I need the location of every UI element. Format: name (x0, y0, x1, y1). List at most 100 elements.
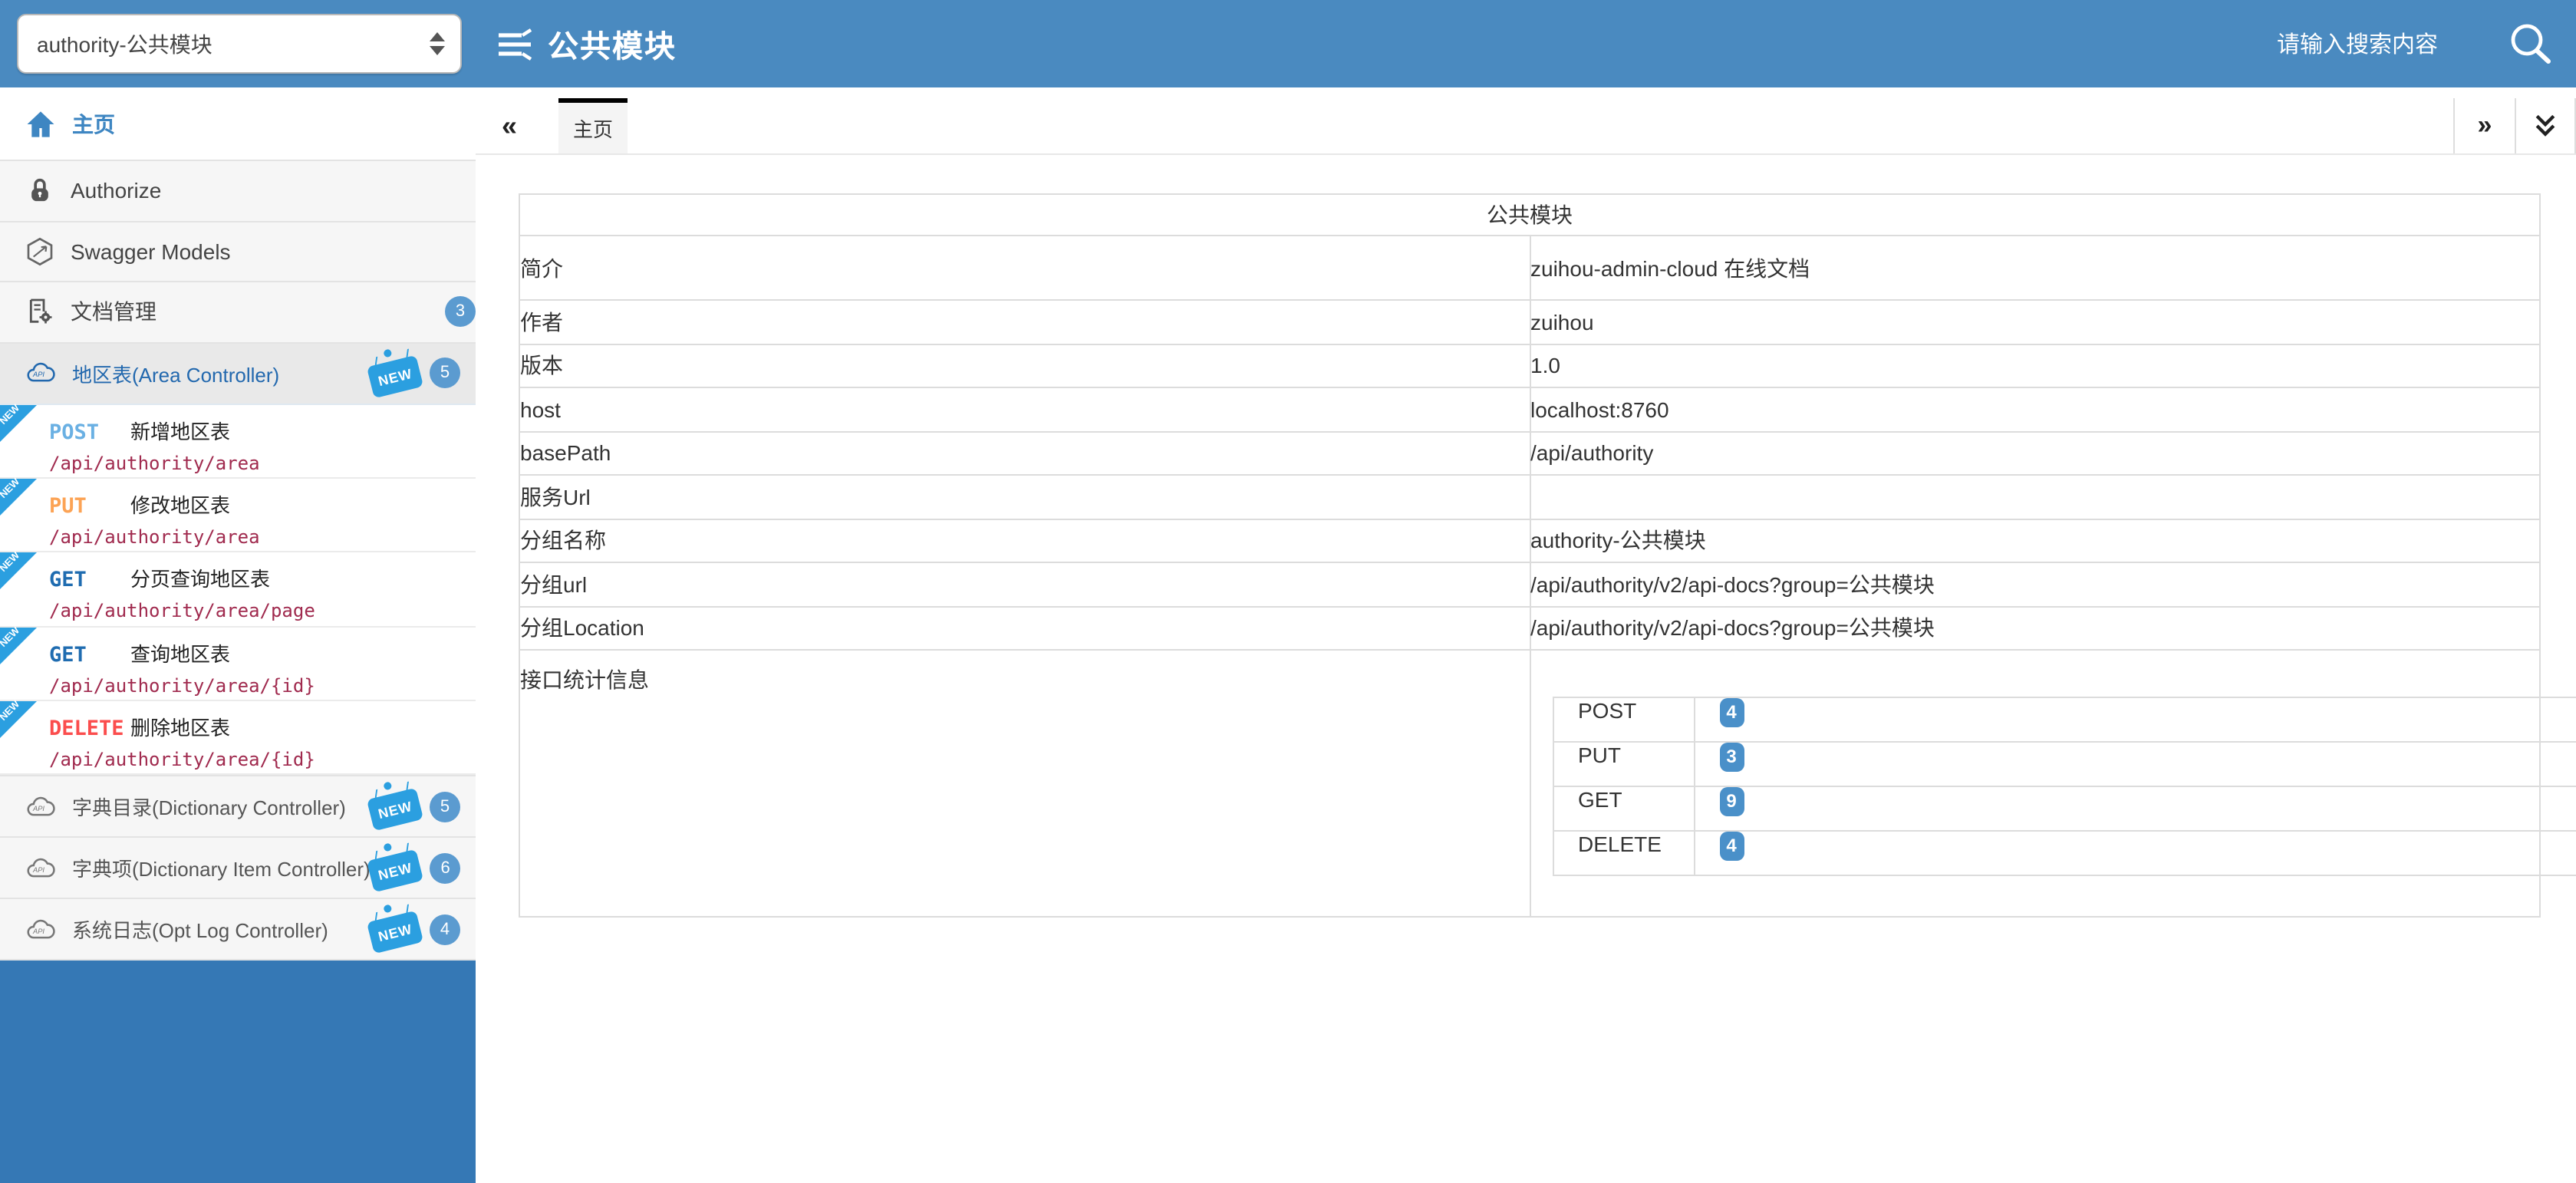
search-icon[interactable] (2505, 19, 2555, 68)
cloud-api-icon: API (25, 793, 58, 821)
sidebar-controller-opt-log[interactable]: API 系统日志(Opt Log Controller) NEW 4 (0, 898, 476, 960)
row-label: 服务Url (519, 475, 1530, 519)
tab-bar: « 主页 » (476, 98, 2576, 155)
stats-label: 接口统计信息 (519, 650, 1530, 917)
select-spinner-icon (430, 32, 445, 55)
method-label: POST (49, 420, 130, 444)
endpoint-get-area-id[interactable]: NEW GET 查询地区表 /api/authority/area/{id} (0, 627, 476, 701)
endpoint-post-area[interactable]: NEW POST 新增地区表 /api/authority/area (0, 404, 476, 479)
endpoint-path: /api/authority/area/{id} (49, 674, 469, 696)
table-row: basePath /api/authority (519, 431, 2540, 475)
stat-method: POST (1553, 697, 1694, 742)
sidebar-item-doc-manage[interactable]: 文档管理 3 (0, 281, 476, 341)
row-label: 作者 (519, 300, 1530, 344)
stat-count-badge: 9 (1719, 787, 1744, 816)
endpoint-path: /api/authority/area/page (49, 601, 469, 622)
table-row: 分组名称 authority-公共模块 (519, 519, 2540, 562)
sidebar-item-authorize[interactable]: Authorize (0, 160, 476, 220)
method-label: DELETE (49, 717, 130, 741)
tab-home[interactable]: 主页 (558, 98, 628, 153)
endpoint-path: /api/authority/area (49, 452, 469, 473)
stat-count-badge: 4 (1719, 832, 1744, 861)
row-value: zuihou (1530, 300, 2540, 344)
app-root: authority-公共模块 公共模块 请输入搜索内容 (0, 0, 2576, 1183)
row-label: 分组url (519, 562, 1530, 606)
brand: 公共模块 (496, 21, 677, 66)
brand-icon (496, 27, 535, 61)
content: 公共模块 简介 zuihou-admin-cloud 在线文档 作者 zuiho… (476, 155, 2576, 1183)
sidebar-item-label: Authorize (71, 179, 161, 203)
stat-count-badge: 4 (1719, 698, 1744, 727)
new-ribbon-icon: NEW (0, 627, 37, 664)
row-label: 版本 (519, 344, 1530, 387)
row-label: 分组名称 (519, 519, 1530, 562)
endpoint-title: 修改地区表 (130, 489, 230, 519)
method-label: PUT (49, 494, 130, 519)
row-value (1530, 475, 2540, 519)
sidebar-item-home[interactable]: 主页 (0, 87, 476, 160)
new-badge: NEW (367, 789, 423, 832)
endpoint-put-area[interactable]: NEW PUT 修改地区表 /api/authority/area (0, 479, 476, 553)
sidebar-controller-dictionary[interactable]: API 字典目录(Dictionary Controller) NEW 5 (0, 776, 476, 837)
cloud-api-icon: API (25, 359, 58, 387)
sidebar-item-swagger-models[interactable]: Swagger Models (0, 220, 476, 281)
doc-gear-icon (25, 297, 55, 328)
endpoint-get-area-page[interactable]: NEW GET 分页查询地区表 /api/authority/area/page (0, 553, 476, 628)
endpoint-delete-area-id[interactable]: NEW DELETE 删除地区表 /api/authority/area/{id… (0, 701, 476, 776)
row-label: host (519, 387, 1530, 431)
table-row: 公共模块 (519, 194, 2540, 236)
sidebar-controller-dictionary-item[interactable]: API 字典项(Dictionary Item Controller) NEW … (0, 837, 476, 898)
endpoint-path: /api/authority/area (49, 526, 469, 548)
table-row: DELETE 4 (1553, 831, 2576, 875)
count-badge: 6 (430, 853, 461, 884)
stat-method: PUT (1553, 742, 1694, 786)
top-header: authority-公共模块 公共模块 请输入搜索内容 (0, 0, 2576, 87)
new-badge: NEW (367, 911, 423, 955)
table-row: POST 4 (1553, 697, 2576, 742)
sidebar-controller-area[interactable]: API 地区表(Area Controller) NEW 5 (0, 341, 476, 403)
header-search[interactable]: 请输入搜索内容 (2277, 19, 2555, 68)
tabs-menu-icon[interactable] (2515, 98, 2576, 153)
endpoint-title: 删除地区表 (130, 712, 230, 741)
group-select[interactable]: authority-公共模块 (17, 14, 462, 74)
sidebar-item-label: 文档管理 (71, 297, 156, 328)
table-row: 分组url /api/authority/v2/api-docs?group=公… (519, 562, 2540, 606)
endpoint-list: NEW POST 新增地区表 /api/authority/area NEW P… (0, 403, 476, 776)
main-area: « 主页 » 公共模块 简介 zuihou-admin-cloud 在线文档 (476, 87, 2576, 1183)
stat-count-badge: 3 (1719, 743, 1744, 772)
table-row: PUT 3 (1553, 742, 2576, 786)
endpoint-title: 新增地区表 (130, 415, 230, 444)
row-value: /api/authority/v2/api-docs?group=公共模块 (1530, 606, 2540, 650)
home-icon (25, 108, 57, 139)
sidebar-item-label: 系统日志(Opt Log Controller) (72, 915, 328, 944)
method-label: GET (49, 568, 130, 593)
sidebar-filler (0, 960, 476, 1183)
row-label: 分组Location (519, 606, 1530, 650)
row-value: localhost:8760 (1530, 387, 2540, 431)
lock-icon (25, 176, 55, 206)
new-ribbon-icon: NEW (0, 701, 37, 738)
new-badge: NEW (367, 354, 423, 398)
table-row: host localhost:8760 (519, 387, 2540, 431)
row-value: /api/authority (1530, 431, 2540, 475)
svg-text:API: API (32, 371, 44, 378)
search-placeholder-text: 请输入搜索内容 (2277, 28, 2438, 60)
sidebar: 主页 Authorize (0, 87, 476, 1183)
row-label: 简介 (519, 236, 1530, 300)
table-title: 公共模块 (519, 194, 2540, 236)
svg-text:API: API (32, 805, 44, 812)
tabs-scroll-right-icon[interactable]: » (2453, 98, 2515, 153)
row-label: basePath (519, 431, 1530, 475)
tabs-scroll-left-icon[interactable]: « (476, 98, 543, 153)
sidebar-item-label: 主页 (72, 108, 115, 139)
sidebar-item-label: 地区表(Area Controller) (72, 358, 279, 387)
sidebar-item-label: Swagger Models (71, 239, 231, 264)
table-row: 作者 zuihou (519, 300, 2540, 344)
row-value: zuihou-admin-cloud 在线文档 (1530, 236, 2540, 300)
group-select-value: authority-公共模块 (37, 28, 430, 59)
count-badge: 4 (430, 914, 460, 945)
page-title: 公共模块 (548, 21, 677, 66)
table-row: 简介 zuihou-admin-cloud 在线文档 (519, 236, 2540, 300)
sidebar-item-label: 字典目录(Dictionary Controller) (72, 793, 346, 822)
count-badge: 3 (445, 297, 476, 328)
